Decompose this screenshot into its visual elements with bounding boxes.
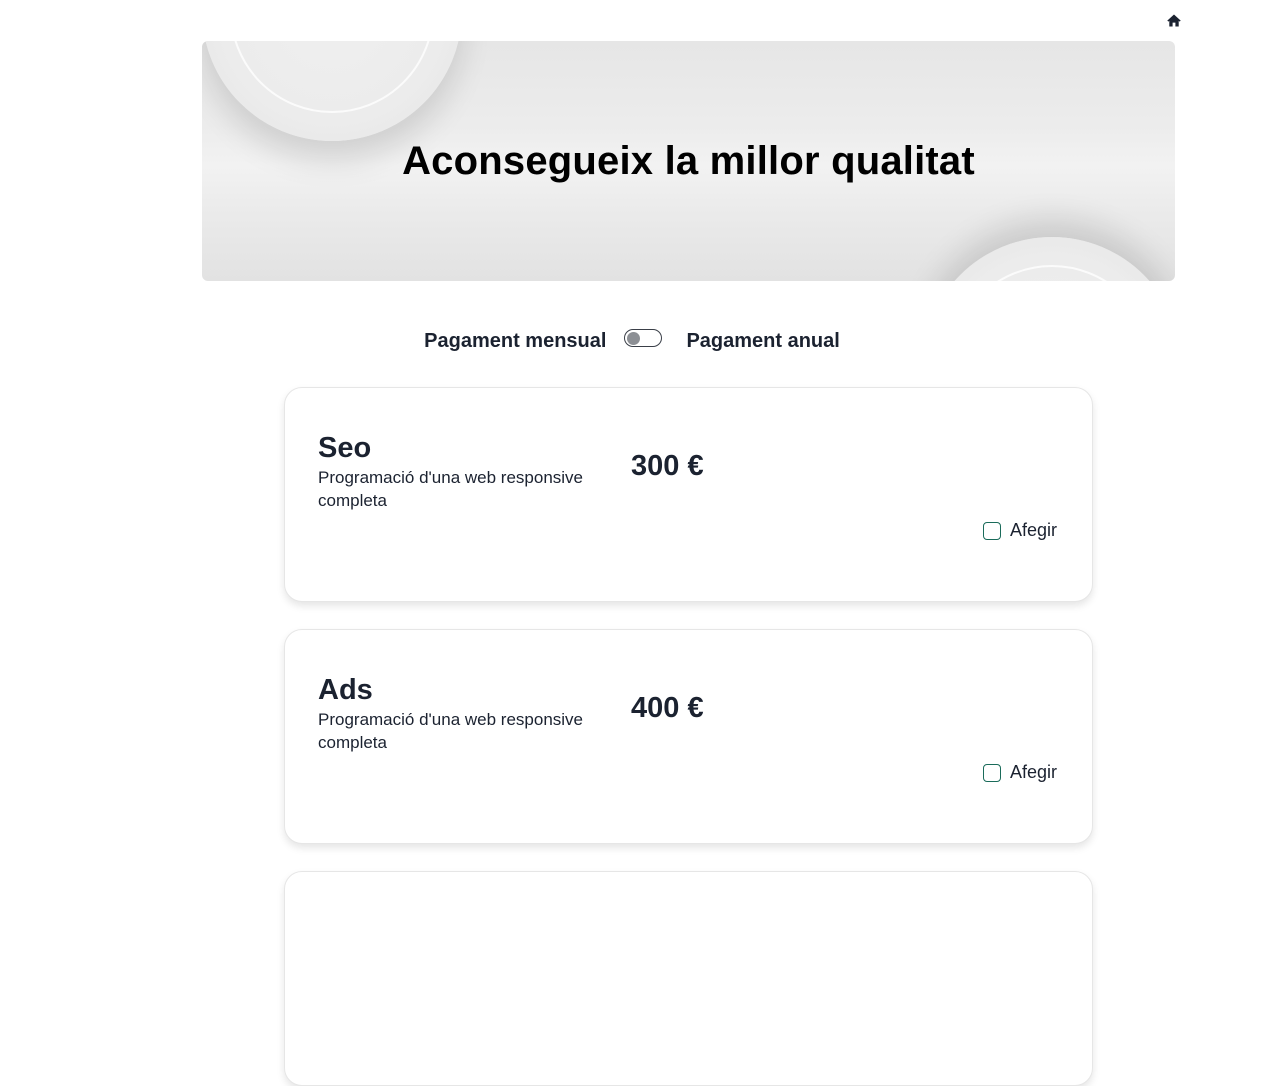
add-checkbox[interactable] <box>983 763 1001 782</box>
service-name: Ads <box>318 674 373 706</box>
home-link[interactable] <box>1164 10 1184 30</box>
toggle-knob <box>627 331 641 345</box>
service-price: 300 € <box>631 450 704 482</box>
decorative-plate-top <box>202 41 462 141</box>
decorative-plate-bottom <box>922 237 1175 281</box>
service-card-seo: Seo Programació d'una web responsive com… <box>284 387 1093 602</box>
service-description: Programació d'una web responsive complet… <box>318 710 584 752</box>
add-label: Afegir <box>1010 762 1058 782</box>
service-card-partial <box>284 871 1093 1086</box>
add-label: Afegir <box>1010 520 1058 540</box>
home-icon <box>1167 14 1181 26</box>
service-description: Programació d'una web responsive complet… <box>318 468 584 510</box>
add-seo-option[interactable]: Afegir <box>983 520 1057 541</box>
billing-toggle[interactable] <box>624 329 663 347</box>
billing-switch-row: Pagament mensual Pagament anual <box>0 326 1264 356</box>
monthly-payment-label: Pagament mensual <box>424 329 607 352</box>
annual-payment-label: Pagament anual <box>686 329 840 352</box>
service-price: 400 € <box>631 692 704 724</box>
add-checkbox[interactable] <box>983 521 1001 540</box>
service-name: Seo <box>318 432 372 464</box>
service-card-ads: Ads Programació d'una web responsive com… <box>284 629 1093 844</box>
hero-title: Aconsegueix la millor qualitat <box>402 139 975 183</box>
hero-banner: Aconsegueix la millor qualitat <box>202 41 1175 281</box>
add-ads-option[interactable]: Afegir <box>983 762 1057 783</box>
